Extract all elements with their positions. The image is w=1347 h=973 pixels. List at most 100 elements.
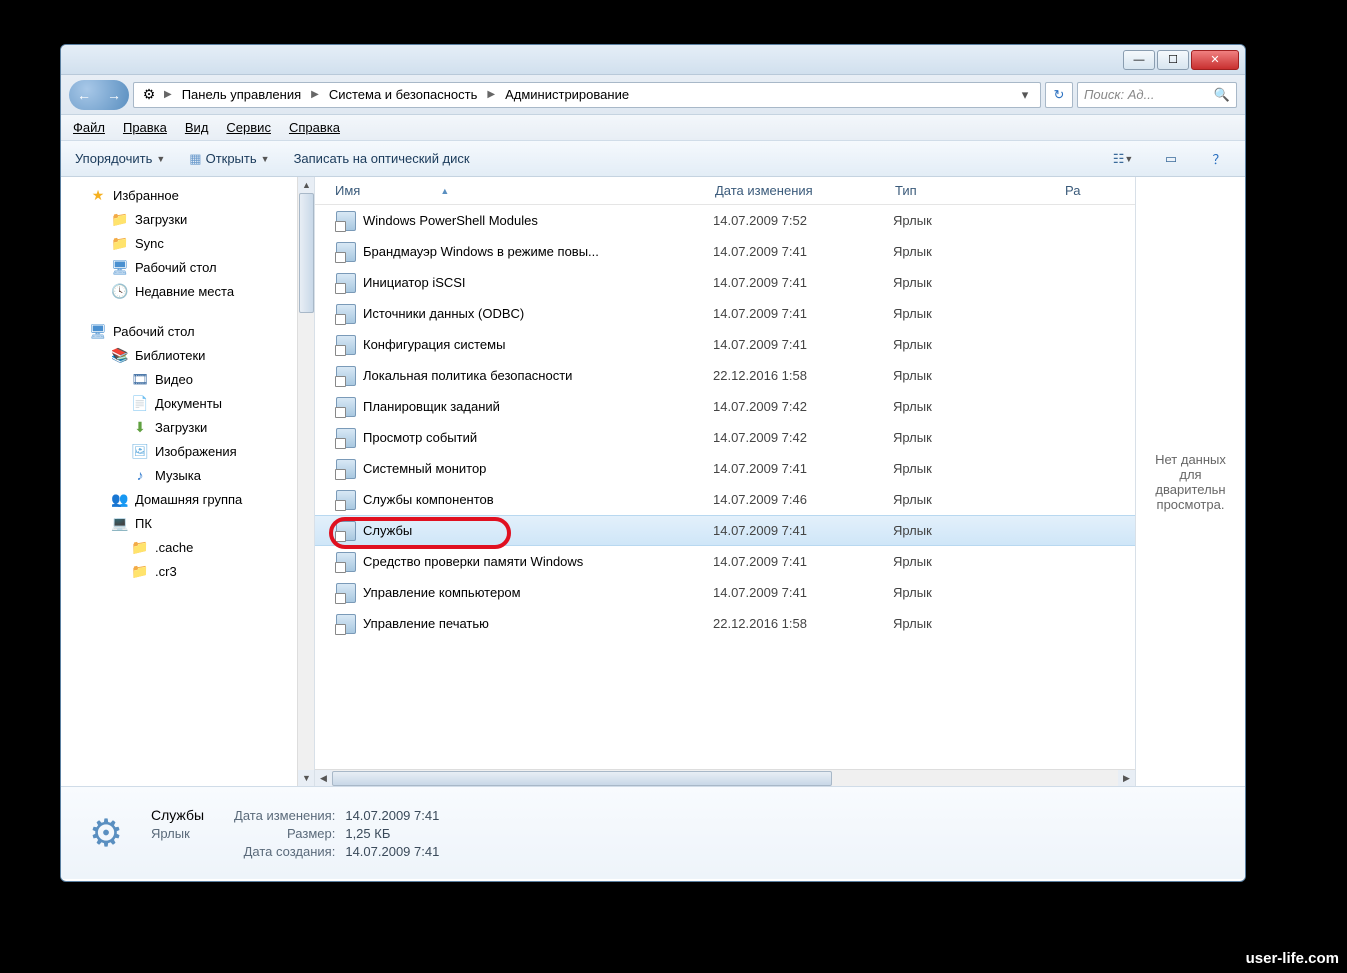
shortcut-icon	[335, 272, 357, 294]
sidebar-item-sync[interactable]: 📁Sync	[61, 231, 314, 255]
file-row[interactable]: Windows PowerShell Modules14.07.2009 7:5…	[315, 205, 1135, 236]
sidebar-item-documents[interactable]: 📄Документы	[61, 391, 314, 415]
sidebar-item-cr3[interactable]: 📁.cr3	[61, 559, 314, 583]
shortcut-icon	[335, 582, 357, 604]
refresh-button[interactable]: ↻	[1045, 82, 1073, 108]
minimize-button[interactable]: —	[1123, 50, 1155, 70]
breadcrumb-bar[interactable]: ⚙ ▶ Панель управления ▶ Система и безопа…	[133, 82, 1041, 108]
sidebar-item-libraries[interactable]: 📚Библиотеки	[61, 343, 314, 367]
video-icon: 🎞	[131, 370, 149, 388]
scroll-thumb[interactable]	[299, 193, 314, 313]
sidebar-item-video[interactable]: 🎞Видео	[61, 367, 314, 391]
file-date: 14.07.2009 7:41	[713, 244, 893, 259]
breadcrumb-seg1[interactable]: Панель управления	[178, 85, 305, 104]
body-area: ★Избранное 📁Загрузки 📁Sync 🖥Рабочий стол…	[61, 177, 1245, 787]
sidebar-item-cache[interactable]: 📁.cache	[61, 535, 314, 559]
library-icon: 📚	[111, 346, 129, 364]
content-area: Имя▲ Дата изменения Тип Ра Windows Power…	[315, 177, 1245, 786]
file-row[interactable]: Просмотр событий14.07.2009 7:42Ярлык	[315, 422, 1135, 453]
file-row[interactable]: Управление печатью22.12.2016 1:58Ярлык	[315, 608, 1135, 639]
breadcrumb-seg3[interactable]: Администрирование	[501, 85, 633, 104]
file-type: Ярлык	[893, 430, 1063, 445]
toolbar: Упорядочить ▼ ▦ Открыть ▼ Записать на оп…	[61, 141, 1245, 177]
file-row[interactable]: Конфигурация системы14.07.2009 7:41Ярлык	[315, 329, 1135, 360]
menu-help[interactable]: Справка	[289, 120, 340, 135]
file-date: 14.07.2009 7:46	[713, 492, 893, 507]
column-name[interactable]: Имя▲	[335, 183, 715, 198]
preview-text: Нет данных для дварительн просмотра.	[1144, 452, 1237, 512]
file-name: Конфигурация системы	[363, 337, 713, 352]
file-row[interactable]: Службы компонентов14.07.2009 7:46Ярлык	[315, 484, 1135, 515]
file-row[interactable]: Источники данных (ODBC)14.07.2009 7:41Яр…	[315, 298, 1135, 329]
sidebar-item-homegroup[interactable]: 👥Домашняя группа	[61, 487, 314, 511]
file-type: Ярлык	[893, 585, 1063, 600]
scroll-left-icon[interactable]: ◀	[315, 770, 332, 786]
chevron-down-icon: ▼	[1124, 154, 1133, 164]
file-name: Инициатор iSCSI	[363, 275, 713, 290]
watermark: user-life.com	[1246, 950, 1339, 967]
maximize-button[interactable]: ☐	[1157, 50, 1189, 70]
organize-button[interactable]: Упорядочить ▼	[75, 151, 165, 166]
view-mode-button[interactable]: ☷ ▼	[1111, 148, 1135, 170]
scroll-down-icon[interactable]: ▼	[298, 770, 315, 786]
file-type: Ярлык	[893, 275, 1063, 290]
sidebar-item-pc[interactable]: 💻ПК	[61, 511, 314, 535]
file-type: Ярлык	[893, 554, 1063, 569]
sidebar-item-music[interactable]: ♪Музыка	[61, 463, 314, 487]
sidebar-item-desktop[interactable]: 🖥Рабочий стол	[61, 255, 314, 279]
horizontal-scrollbar[interactable]: ◀ ▶	[315, 769, 1135, 786]
navigation-pane: ★Избранное 📁Загрузки 📁Sync 🖥Рабочий стол…	[61, 177, 315, 786]
back-button[interactable]: ←	[77, 87, 91, 103]
file-row[interactable]: Системный монитор14.07.2009 7:41Ярлык	[315, 453, 1135, 484]
sidebar-favorites[interactable]: ★Избранное	[61, 183, 314, 207]
forward-button[interactable]: →	[107, 87, 121, 103]
chevron-right-icon[interactable]: ▶	[162, 89, 174, 100]
file-row[interactable]: Планировщик заданий14.07.2009 7:42Ярлык	[315, 391, 1135, 422]
sidebar-scrollbar[interactable]: ▲ ▼	[297, 177, 314, 786]
sidebar-item-images[interactable]: 🖼Изображения	[61, 439, 314, 463]
address-dropdown[interactable]: ▾	[1016, 87, 1034, 103]
shortcut-icon	[335, 551, 357, 573]
search-input[interactable]: Поиск: Ад... 🔍	[1077, 82, 1237, 108]
help-button[interactable]: ？	[1207, 148, 1231, 170]
download-icon: ⬇	[131, 418, 149, 436]
title-bar: — ☐ ✕	[61, 45, 1245, 75]
scroll-thumb[interactable]	[332, 771, 832, 786]
menu-file[interactable]: Файл	[73, 120, 105, 135]
scroll-right-icon[interactable]: ▶	[1118, 770, 1135, 786]
sidebar-item-downloads2[interactable]: ⬇Загрузки	[61, 415, 314, 439]
breadcrumb-seg2[interactable]: Система и безопасность	[325, 85, 482, 104]
sidebar-desktop[interactable]: 🖥Рабочий стол	[61, 319, 314, 343]
sidebar-item-recent[interactable]: 🕓Недавние места	[61, 279, 314, 303]
shortcut-icon	[335, 520, 357, 542]
file-row[interactable]: Службы14.07.2009 7:41Ярлык	[315, 515, 1135, 546]
file-name: Службы компонентов	[363, 492, 713, 507]
open-button[interactable]: ▦ Открыть ▼	[189, 151, 269, 167]
file-row[interactable]: Инициатор iSCSI14.07.2009 7:41Ярлык	[315, 267, 1135, 298]
chevron-right-icon[interactable]: ▶	[309, 89, 321, 100]
column-size[interactable]: Ра	[1065, 183, 1105, 198]
file-type: Ярлык	[893, 616, 1063, 631]
preview-pane-button[interactable]: ▭	[1159, 148, 1183, 170]
explorer-window: — ☐ ✕ ← → ⚙ ▶ Панель управления ▶ Систем…	[60, 44, 1246, 882]
file-name: Планировщик заданий	[363, 399, 713, 414]
file-name: Управление печатью	[363, 616, 713, 631]
sidebar-item-downloads[interactable]: 📁Загрузки	[61, 207, 314, 231]
chevron-right-icon[interactable]: ▶	[485, 89, 497, 100]
file-row[interactable]: Брандмауэр Windows в режиме повы...14.07…	[315, 236, 1135, 267]
burn-button[interactable]: Записать на оптический диск	[294, 151, 470, 166]
column-date[interactable]: Дата изменения	[715, 183, 895, 198]
column-type[interactable]: Тип	[895, 183, 1065, 198]
close-button[interactable]: ✕	[1191, 50, 1239, 70]
menu-view[interactable]: Вид	[185, 120, 209, 135]
file-row[interactable]: Управление компьютером14.07.2009 7:41Ярл…	[315, 577, 1135, 608]
file-name: Службы	[363, 523, 713, 538]
scroll-up-icon[interactable]: ▲	[298, 177, 315, 193]
details-size-value: 1,25 КБ	[345, 826, 439, 841]
menu-service[interactable]: Сервис	[226, 120, 271, 135]
file-row[interactable]: Локальная политика безопасности22.12.201…	[315, 360, 1135, 391]
nav-buttons: ← →	[69, 80, 129, 110]
file-name: Источники данных (ODBC)	[363, 306, 713, 321]
file-row[interactable]: Средство проверки памяти Windows14.07.20…	[315, 546, 1135, 577]
menu-edit[interactable]: Правка	[123, 120, 167, 135]
